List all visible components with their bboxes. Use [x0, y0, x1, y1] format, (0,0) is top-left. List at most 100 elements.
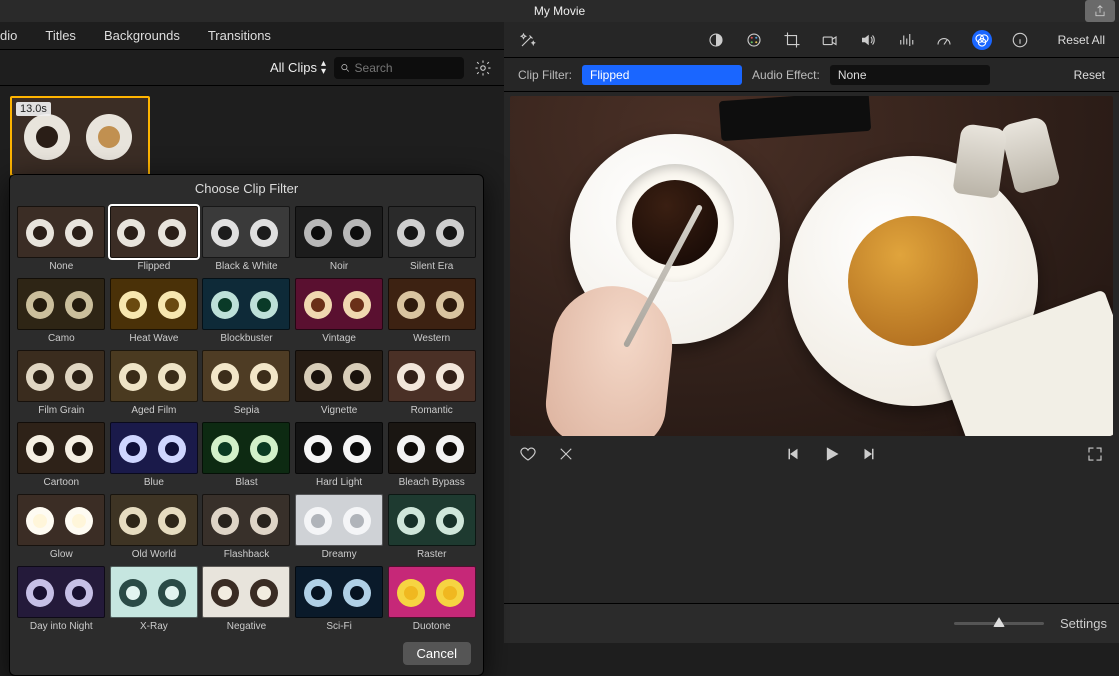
equalizer-icon	[897, 31, 915, 49]
filter-option-vignette[interactable]: Vignette	[294, 350, 385, 420]
filter-option-raster[interactable]: Raster	[386, 494, 477, 564]
filter-option-noir[interactable]: Noir	[294, 206, 385, 276]
share-icon	[1093, 4, 1107, 18]
filter-option-cartoon[interactable]: Cartoon	[16, 422, 107, 492]
favorite-button[interactable]	[518, 444, 538, 464]
x-icon	[557, 445, 575, 463]
info-button[interactable]	[1010, 30, 1030, 50]
adjustment-toolbar: Reset All	[504, 22, 1119, 58]
settings-button[interactable]: Settings	[1060, 616, 1107, 631]
reset-button[interactable]: Reset	[1074, 68, 1105, 82]
share-button[interactable]	[1085, 0, 1115, 22]
reset-all-button[interactable]: Reset All	[1058, 33, 1105, 47]
noise-reduction-button[interactable]	[896, 30, 916, 50]
filter-option-glow[interactable]: Glow	[16, 494, 107, 564]
speedometer-icon	[935, 31, 953, 49]
filter-label: Flipped	[137, 258, 170, 276]
search-input[interactable]	[355, 61, 458, 75]
skip-back-icon	[784, 445, 802, 463]
filter-option-flashback[interactable]: Flashback	[201, 494, 292, 564]
zoom-slider[interactable]	[954, 622, 1044, 625]
filter-option-aged-film[interactable]: Aged Film	[109, 350, 200, 420]
filter-option-negative[interactable]: Negative	[201, 566, 292, 636]
filter-label: Black & White	[215, 258, 277, 276]
auto-enhance-button[interactable]	[518, 30, 538, 50]
filter-label: Flashback	[224, 546, 270, 564]
filter-effect-row: Clip Filter: Flipped Audio Effect: None …	[504, 58, 1119, 92]
filter-label: Silent Era	[410, 258, 453, 276]
filter-option-sepia[interactable]: Sepia	[201, 350, 292, 420]
browser-tabs: dio Titles Backgrounds Transitions	[0, 22, 504, 50]
clip-filter-picker: Choose Clip Filter NoneFlippedBlack & Wh…	[9, 174, 484, 676]
filter-option-x-ray[interactable]: X-Ray	[109, 566, 200, 636]
speed-button[interactable]	[934, 30, 954, 50]
play-icon	[821, 443, 841, 465]
filter-label: Film Grain	[38, 402, 84, 420]
tab-titles[interactable]: Titles	[45, 28, 76, 43]
clip-filter-chip[interactable]: Flipped	[582, 65, 742, 85]
fullscreen-button[interactable]	[1085, 444, 1105, 464]
filter-option-old-world[interactable]: Old World	[109, 494, 200, 564]
filter-label: X-Ray	[140, 618, 168, 636]
filter-label: Hard Light	[316, 474, 362, 492]
filter-label: Glow	[50, 546, 73, 564]
contrast-icon	[707, 31, 725, 49]
filter-option-sci-fi[interactable]: Sci-Fi	[294, 566, 385, 636]
filter-label: Blast	[235, 474, 257, 492]
crop-button[interactable]	[782, 30, 802, 50]
stabilize-button[interactable]	[820, 30, 840, 50]
clips-filter-dropdown[interactable]: All Clips ▴▾	[270, 60, 326, 76]
color-correction-button[interactable]	[744, 30, 764, 50]
filter-label: Aged Film	[131, 402, 176, 420]
filter-label: Camo	[48, 330, 75, 348]
color-balance-button[interactable]	[706, 30, 726, 50]
filter-option-blast[interactable]: Blast	[201, 422, 292, 492]
filter-option-blockbuster[interactable]: Blockbuster	[201, 278, 292, 348]
filter-option-film-grain[interactable]: Film Grain	[16, 350, 107, 420]
volume-button[interactable]	[858, 30, 878, 50]
filter-option-black-white[interactable]: Black & White	[201, 206, 292, 276]
filter-option-day-into-night[interactable]: Day into Night	[16, 566, 107, 636]
tab-transitions[interactable]: Transitions	[208, 28, 271, 43]
filter-option-camo[interactable]: Camo	[16, 278, 107, 348]
play-button[interactable]	[821, 444, 841, 464]
magic-wand-icon	[519, 31, 537, 49]
filter-label: None	[49, 258, 73, 276]
filter-option-silent-era[interactable]: Silent Era	[386, 206, 477, 276]
filter-option-hard-light[interactable]: Hard Light	[294, 422, 385, 492]
browser-settings-button[interactable]	[472, 57, 494, 79]
filter-option-blue[interactable]: Blue	[109, 422, 200, 492]
filter-label: Old World	[132, 546, 176, 564]
filter-label: Blockbuster	[220, 330, 272, 348]
filter-option-none[interactable]: None	[16, 206, 107, 276]
filter-option-duotone[interactable]: Duotone	[386, 566, 477, 636]
preview-viewer[interactable]	[510, 96, 1113, 436]
reject-button[interactable]	[556, 444, 576, 464]
viewer-pane: Reset All Clip Filter: Flipped Audio Eff…	[504, 22, 1119, 643]
prev-button[interactable]	[783, 444, 803, 464]
clip-filter-label: Clip Filter:	[518, 68, 572, 82]
filter-option-dreamy[interactable]: Dreamy	[294, 494, 385, 564]
filter-option-flipped[interactable]: Flipped	[109, 206, 200, 276]
gear-icon	[474, 59, 492, 77]
dropdown-arrows-icon: ▴▾	[321, 60, 326, 76]
filter-option-heat-wave[interactable]: Heat Wave	[109, 278, 200, 348]
zoom-thumb[interactable]	[993, 617, 1005, 627]
filter-option-bleach-bypass[interactable]: Bleach Bypass	[386, 422, 477, 492]
filter-option-western[interactable]: Western	[386, 278, 477, 348]
playback-controls	[504, 436, 1119, 472]
skip-forward-icon	[860, 445, 878, 463]
clip-filter-button[interactable]	[972, 30, 992, 50]
cancel-button[interactable]: Cancel	[403, 642, 471, 665]
filter-label: Negative	[227, 618, 266, 636]
next-button[interactable]	[859, 444, 879, 464]
filter-option-romantic[interactable]: Romantic	[386, 350, 477, 420]
filter-label: Bleach Bypass	[399, 474, 465, 492]
tab-audio[interactable]: dio	[0, 28, 17, 43]
filter-option-vintage[interactable]: Vintage	[294, 278, 385, 348]
timeline-footer: Settings	[504, 603, 1119, 643]
search-field[interactable]	[334, 57, 464, 79]
audio-effect-chip[interactable]: None	[830, 65, 990, 85]
tab-backgrounds[interactable]: Backgrounds	[104, 28, 180, 43]
clip-thumbnail[interactable]: 13.0s	[10, 96, 150, 176]
